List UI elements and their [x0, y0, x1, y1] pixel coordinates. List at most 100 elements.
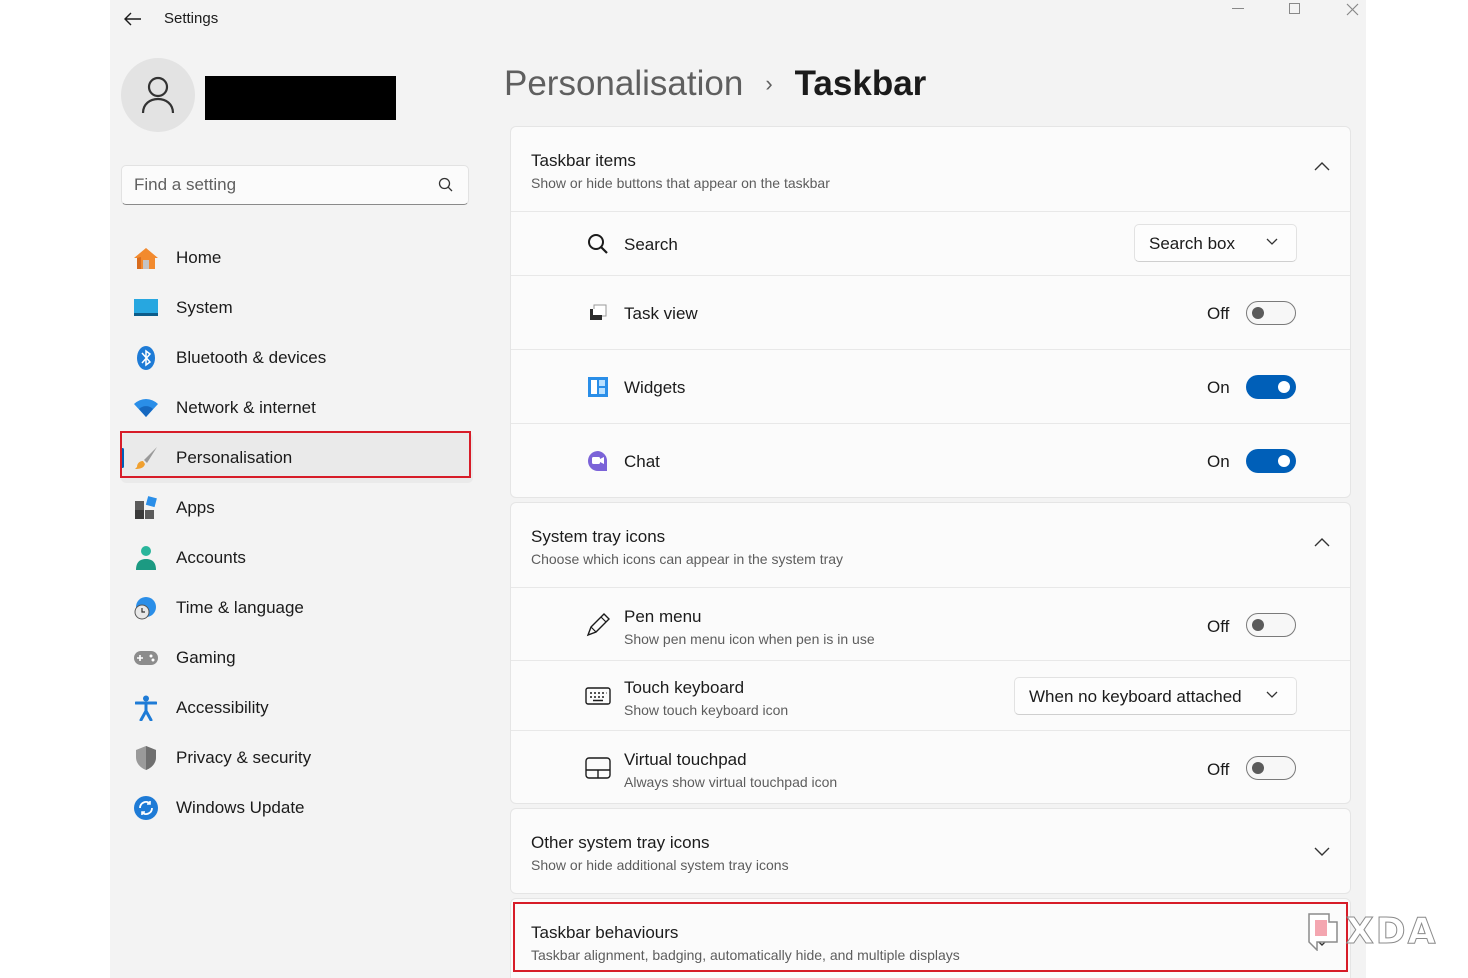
touch-keyboard-row: Touch keyboard Show touch keyboard icon … [511, 660, 1350, 730]
sidebar-item-apps[interactable]: Apps [121, 483, 473, 533]
update-icon [133, 795, 159, 821]
chevron-down-icon [1266, 691, 1278, 698]
chevron-down-icon [1266, 238, 1278, 245]
section-subtitle: Show or hide additional system tray icon… [531, 857, 789, 873]
widgets-toggle[interactable] [1246, 375, 1296, 399]
taskbar-items-header[interactable]: Taskbar items Show or hide buttons that … [511, 127, 1350, 211]
bluetooth-icon [133, 345, 159, 371]
system-tray-card: System tray icons Choose which icons can… [510, 502, 1351, 804]
settings-window: Settings Home System [110, 0, 1366, 978]
redacted-username [205, 76, 396, 120]
search-input[interactable] [134, 166, 434, 204]
section-subtitle: Show or hide buttons that appear on the … [531, 175, 830, 191]
back-button[interactable] [120, 6, 146, 32]
row-label: Chat [624, 452, 660, 471]
breadcrumb: Personalisation › Taskbar [504, 60, 926, 108]
chevron-up-icon[interactable] [1314, 537, 1330, 547]
close-button[interactable] [1330, 0, 1366, 18]
search-icon[interactable] [438, 177, 454, 193]
minimize-icon [1232, 8, 1244, 9]
shield-icon [133, 745, 159, 771]
dropdown-value: When no keyboard attached [1029, 687, 1242, 706]
task-view-icon [585, 300, 611, 326]
toggle-state: On [1207, 378, 1230, 397]
row-label: Task view [624, 304, 698, 323]
pen-icon [585, 612, 611, 638]
pen-menu-row: Pen menu Show pen menu icon when pen is … [511, 587, 1350, 660]
widgets-row: Widgets On [511, 349, 1350, 423]
row-label: Search [624, 235, 678, 254]
monitor-icon [133, 295, 159, 321]
breadcrumb-parent[interactable]: Personalisation [504, 64, 743, 104]
virtual-touchpad-toggle[interactable] [1246, 756, 1296, 780]
toggle-state: On [1207, 452, 1230, 471]
sidebar-item-bluetooth[interactable]: Bluetooth & devices [121, 333, 473, 383]
person-icon [133, 545, 159, 571]
close-icon [1346, 3, 1358, 15]
taskbar-items-card: Taskbar items Show or hide buttons that … [510, 126, 1351, 498]
chat-toggle[interactable] [1246, 449, 1296, 473]
gamepad-icon [133, 645, 159, 671]
maximize-icon [1289, 3, 1300, 14]
breadcrumb-separator: › [765, 71, 773, 96]
search-box[interactable] [121, 165, 469, 205]
globe-clock-icon [133, 595, 159, 621]
avatar[interactable] [121, 58, 195, 132]
apps-icon [133, 495, 159, 521]
search-row: Search Search box [511, 211, 1350, 275]
sidebar-nav: Home System Bluetooth & devices Network … [121, 233, 473, 833]
highlight-box-taskbar-behaviours [513, 902, 1348, 972]
highlight-box-personalisation [120, 431, 471, 478]
row-description: Show touch keyboard icon [624, 702, 789, 718]
toggle-state: Off [1207, 304, 1230, 323]
section-title: Other system tray icons [531, 833, 710, 852]
watermark-text: XDA [1346, 910, 1438, 952]
toggle-state: Off [1207, 760, 1230, 779]
chat-icon [585, 448, 611, 474]
chevron-up-icon[interactable] [1314, 161, 1330, 171]
title-bar: Settings [110, 0, 1366, 40]
task-view-toggle[interactable] [1246, 301, 1296, 325]
keyboard-icon [585, 683, 611, 709]
sidebar-item-time-language[interactable]: Time & language [121, 583, 473, 633]
search-mode-dropdown[interactable]: Search box [1134, 224, 1297, 262]
row-label: Touch keyboard [624, 678, 745, 697]
other-tray-icons-card[interactable]: Other system tray icons Show or hide add… [510, 808, 1351, 894]
chevron-down-icon[interactable] [1314, 847, 1330, 857]
row-description: Show pen menu icon when pen is in use [624, 631, 875, 647]
section-title: System tray icons [531, 527, 666, 546]
system-tray-header[interactable]: System tray icons Choose which icons can… [511, 503, 1350, 587]
sidebar-item-network[interactable]: Network & internet [121, 383, 473, 433]
xda-logo-icon [1308, 913, 1338, 951]
touchpad-icon [585, 755, 611, 781]
page-title: Taskbar [794, 64, 927, 103]
maximize-button[interactable] [1273, 0, 1317, 18]
sidebar-item-accessibility[interactable]: Accessibility [121, 683, 473, 733]
task-view-row: Task view Off [511, 275, 1350, 349]
chat-row: Chat On [511, 423, 1350, 497]
pen-menu-toggle[interactable] [1246, 613, 1296, 637]
sidebar-item-home[interactable]: Home [121, 233, 473, 283]
back-arrow-icon [124, 12, 141, 26]
app-title: Settings [164, 10, 219, 27]
person-outline-icon [141, 76, 175, 114]
minimize-button[interactable] [1216, 0, 1260, 18]
section-title: Taskbar items [531, 151, 636, 170]
sidebar-item-gaming[interactable]: Gaming [121, 633, 473, 683]
search-icon [585, 231, 611, 257]
accessibility-icon [133, 695, 159, 721]
sidebar-item-privacy[interactable]: Privacy & security [121, 733, 473, 783]
row-label: Pen menu [624, 607, 702, 626]
touch-keyboard-dropdown[interactable]: When no keyboard attached [1014, 677, 1297, 715]
sidebar-item-system[interactable]: System [121, 283, 473, 333]
wifi-icon [133, 395, 159, 421]
section-subtitle: Choose which icons can appear in the sys… [531, 551, 844, 567]
row-label: Virtual touchpad [624, 750, 747, 769]
xda-watermark: XDA [1306, 910, 1438, 952]
sidebar-item-accounts[interactable]: Accounts [121, 533, 473, 583]
widgets-icon [585, 374, 611, 400]
row-description: Always show virtual touchpad icon [624, 774, 838, 790]
row-label: Widgets [624, 378, 686, 397]
home-icon [133, 245, 159, 271]
sidebar-item-windows-update[interactable]: Windows Update [121, 783, 473, 833]
